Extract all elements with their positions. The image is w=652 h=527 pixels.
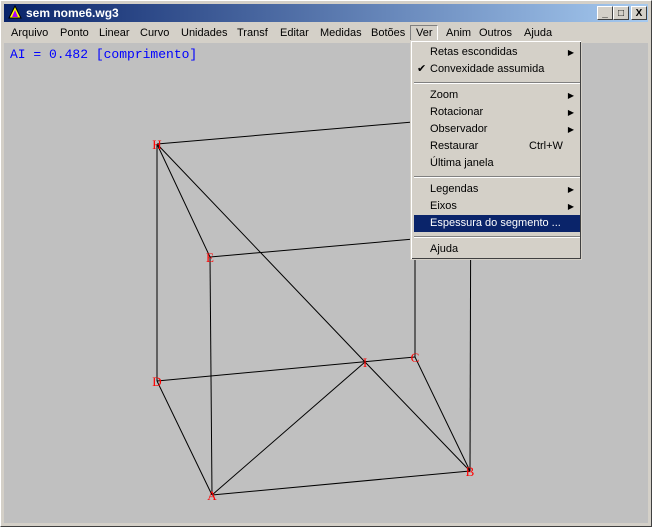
close-button[interactable]: X <box>631 6 647 20</box>
submenu-arrow-icon: ▶ <box>567 185 574 194</box>
maximize-button[interactable]: □ <box>613 6 629 20</box>
menu-item-observador[interactable]: Observador ▶ <box>414 121 580 138</box>
menu-medidas[interactable]: Medidas <box>315 25 367 42</box>
point-label-e[interactable]: E <box>206 250 214 265</box>
submenu-arrow-icon: ▶ <box>567 202 574 211</box>
menu-unidades[interactable]: Unidades <box>176 25 232 42</box>
segment-da <box>156 380 213 496</box>
submenu-arrow-icon: ▶ <box>567 108 574 117</box>
menu-separator <box>414 236 580 238</box>
menu-item-restaurar[interactable]: Restaurar Ctrl+W <box>414 138 580 155</box>
shortcut-label: Ctrl+W <box>529 140 563 152</box>
segment-ib <box>364 361 471 472</box>
menu-arquivo[interactable]: Arquivo <box>6 25 53 42</box>
ver-dropdown-menu: Retas escondidas ▶ ✔ Convexidade assumida … <box>410 40 582 260</box>
menu-separator <box>414 176 580 178</box>
point-label-i[interactable]: I <box>363 355 367 370</box>
menu-item-zoom[interactable]: Zoom ▶ <box>414 87 580 104</box>
segment-ai <box>211 361 366 496</box>
submenu-arrow-icon: ▶ <box>567 91 574 100</box>
menu-item-label: Espessura do segmento ... <box>430 217 561 229</box>
segment-cb <box>414 356 471 472</box>
menu-curvo[interactable]: Curvo <box>135 25 174 42</box>
menu-item-ajuda[interactable]: Ajuda <box>414 241 580 258</box>
check-icon: ✔ <box>417 63 427 75</box>
segment-dc <box>156 356 416 382</box>
menu-linear[interactable]: Linear <box>94 25 135 42</box>
menu-item-label: Ajuda <box>430 243 459 255</box>
app-icon <box>8 5 22 19</box>
menu-item-label: Restaurar <box>430 140 479 152</box>
minimize-button[interactable]: _ <box>597 6 613 20</box>
segment-he <box>156 143 211 258</box>
menu-item-label: Última janela <box>430 157 494 169</box>
point-label-h[interactable]: H <box>152 137 161 152</box>
point-label-d[interactable]: D <box>152 374 161 389</box>
point-label-c[interactable]: C <box>411 350 420 365</box>
menu-item-label: Eixos <box>430 200 457 212</box>
menu-item-label: Zoom <box>430 89 459 101</box>
submenu-arrow-icon: ▶ <box>567 125 574 134</box>
menu-item-legendas[interactable]: Legendas ▶ <box>414 181 580 198</box>
menu-item-label: Convexidade assumida <box>430 63 545 75</box>
menu-item-retas-escondidas[interactable]: Retas escondidas ▶ <box>414 44 580 61</box>
menu-item-label: Retas escondidas <box>430 46 518 58</box>
menu-item-label: Rotacionar <box>430 106 484 118</box>
title-bar: sem nome6.wg3 _ □ X <box>4 4 648 22</box>
menu-separator <box>414 82 580 84</box>
segment-ab <box>211 470 471 496</box>
window-title: sem nome6.wg3 <box>26 6 119 20</box>
menu-transf[interactable]: Transf <box>232 25 273 42</box>
menu-item-label: Observador <box>430 123 488 135</box>
menu-item-ultima-janela[interactable]: Última janela <box>414 155 580 172</box>
menu-item-eixos[interactable]: Eixos ▶ <box>414 198 580 215</box>
menu-ponto[interactable]: Ponto <box>55 25 94 42</box>
menu-item-espessura-do-segmento[interactable]: Espessura do segmento ... <box>414 215 580 232</box>
point-label-b[interactable]: B <box>466 464 475 479</box>
menu-item-rotacionar[interactable]: Rotacionar ▶ <box>414 104 580 121</box>
menu-item-convexidade-assumida[interactable]: ✔ Convexidade assumida <box>414 61 580 78</box>
submenu-arrow-icon: ▶ <box>567 48 574 57</box>
menu-editar[interactable]: Editar <box>275 25 314 42</box>
menu-botoes[interactable]: Botões <box>366 25 410 42</box>
point-label-a[interactable]: A <box>207 488 217 503</box>
menu-item-label: Legendas <box>430 183 479 195</box>
